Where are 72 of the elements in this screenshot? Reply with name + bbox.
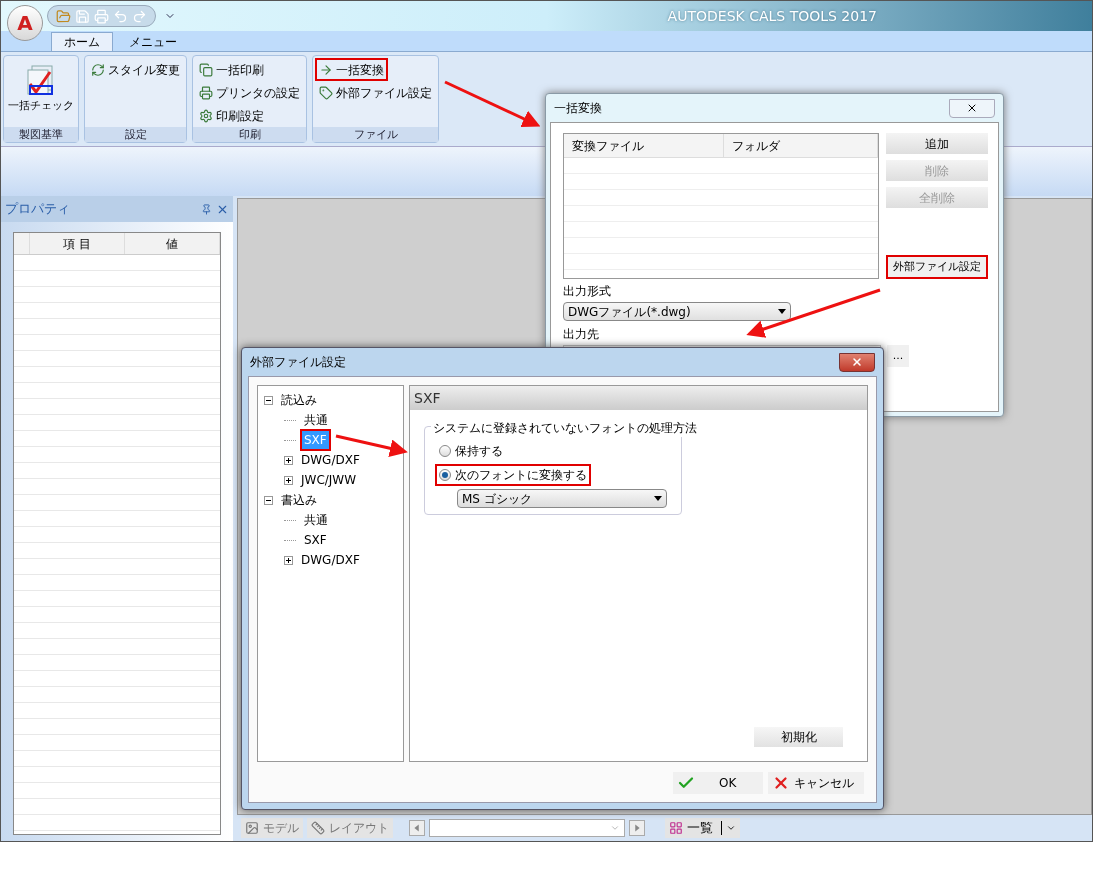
ribbon-group-label: 印刷 [193,127,306,142]
open-icon[interactable] [56,8,71,24]
radio-option[interactable]: 保持する [435,440,507,462]
radio-option[interactable]: 次のフォントに変換する [435,464,591,486]
cancel-button[interactable]: キャンセル [768,772,864,794]
app-logo[interactable]: A [7,5,43,41]
dropdown-arrow-icon [778,309,786,314]
layout-icon [311,821,325,835]
column-header: 値 [125,233,220,254]
model-tab[interactable]: モデル [241,818,303,838]
dialog-button[interactable]: 追加 [886,133,988,154]
collapse-icon[interactable] [264,395,273,405]
close-button[interactable] [839,352,875,372]
external-settings-button[interactable]: 外部ファイル設定 [886,255,988,279]
collapse-icon[interactable] [264,495,273,505]
window-title: AUTODESK CALS TOOLS 2017 [667,6,877,26]
ribbon-group-label: 設定 [85,127,186,142]
field-label: 出力先 [563,326,600,343]
layout-tab[interactable]: レイアウト [307,818,393,838]
tree-item[interactable]: 書込み [277,489,321,511]
dialog-title: 一括変換 [554,100,602,117]
previous-icon[interactable] [409,820,425,836]
ribbon-item-icon [199,85,213,100]
close-icon [966,102,978,114]
next-icon[interactable] [629,820,645,836]
column-header: 項 目 [30,233,125,254]
expand-icon[interactable] [284,455,293,465]
page-title: SXF [410,386,867,410]
dropdown-arrow-icon [654,496,662,501]
tree-item[interactable]: DWG/DXF [297,549,364,571]
ribbon-button[interactable]: 印刷設定 [195,104,268,127]
dialog-title: 外部ファイル設定 [250,354,346,371]
ribbon-button[interactable]: プリンタの設定 [195,81,304,104]
font-dropdown[interactable]: MS ゴシック [457,489,667,508]
column-header: フォルダ [724,134,878,157]
ribbon-group-label: ファイル [313,127,438,142]
reset-button[interactable]: 初期化 [754,727,843,747]
group-title: システムに登録されていないフォントの処理方法 [431,419,699,437]
expand-icon[interactable] [284,555,293,565]
tree-item[interactable]: 読込み [277,389,321,411]
browse-button[interactable]: ... [887,345,909,367]
tree-item[interactable]: SXF [300,529,331,551]
ribbon-button[interactable]: 一括印刷 [195,58,268,81]
cross-icon [772,774,790,792]
ribbon-item-icon [199,62,213,77]
ribbon-tab[interactable]: ホーム [51,32,113,51]
list-button[interactable]: 一覧 [665,818,740,838]
ribbon-large-button[interactable]: 一括チェック [6,58,76,117]
ribbon-group-label: 製図基準 [4,127,78,142]
tree-item[interactable]: 共通 [300,409,332,431]
column-header: 変換ファイル [564,134,724,157]
field-label: 出力形式 [563,283,612,300]
tree-item[interactable]: JWC/JWW [297,469,361,491]
ribbon-tab[interactable]: メニュー [117,32,189,51]
ribbon-button[interactable]: スタイル変更 [87,58,184,81]
expand-icon[interactable] [284,475,293,485]
pin-icon[interactable] [201,203,212,215]
format-dropdown[interactable]: DWGファイル(*.dwg) [563,302,791,321]
model-icon [245,821,259,835]
ribbon-item-icon [91,62,105,77]
ribbon-item-icon [319,62,333,77]
panel-title: プロパティ [5,200,70,219]
ok-button[interactable]: OK [673,772,763,794]
ribbon-item-icon [319,85,333,100]
tree-item[interactable]: 共通 [300,509,332,531]
list-icon [669,821,683,835]
ribbon-item-icon [199,108,213,123]
tree-item[interactable]: DWG/DXF [297,449,364,471]
ribbon-button[interactable]: 外部ファイル設定 [315,81,436,104]
close-icon [851,356,863,368]
sheet-dropdown[interactable] [429,819,625,837]
ribbon-button[interactable]: 一括変換 [315,58,388,81]
